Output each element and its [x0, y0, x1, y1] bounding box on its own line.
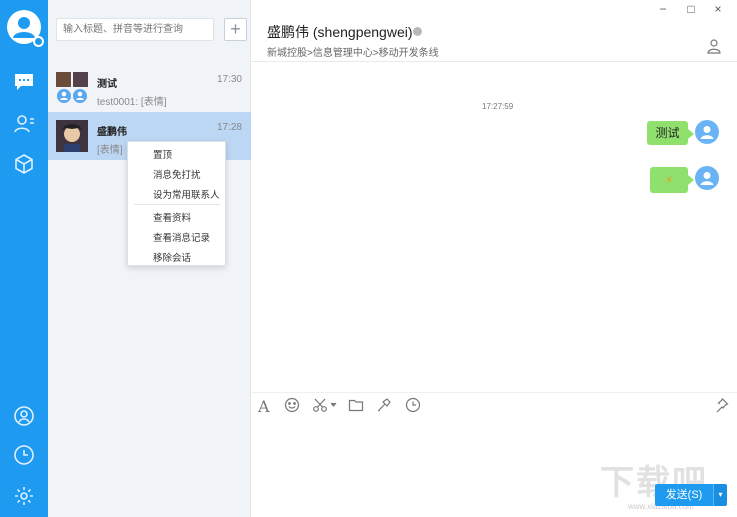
- message-text: 测试: [655, 126, 680, 140]
- menu-item-view-profile[interactable]: 查看资料: [153, 210, 191, 224]
- left-rail: [0, 0, 48, 517]
- menu-item-do-not-disturb[interactable]: 消息免打扰: [153, 167, 201, 181]
- svg-text:A: A: [257, 397, 270, 415]
- menu-item-pin-top[interactable]: 置顶: [153, 147, 172, 161]
- meeting-icon[interactable]: [12, 404, 36, 428]
- maximize-button[interactable]: □: [684, 2, 698, 16]
- send-options-dropdown[interactable]: ▾: [713, 484, 727, 506]
- shake-icon[interactable]: [376, 397, 392, 415]
- sender-avatar: [695, 120, 719, 144]
- contacts-icon[interactable]: [12, 112, 36, 136]
- message-bubble[interactable]: 测试: [647, 121, 694, 145]
- conversation-name: 测试: [97, 79, 117, 90]
- add-button[interactable]: +: [224, 18, 247, 41]
- group-avatar: [56, 72, 88, 104]
- history-clock-icon[interactable]: [12, 443, 36, 467]
- emoji-icon[interactable]: [284, 397, 300, 415]
- contact-avatar: [56, 120, 88, 152]
- context-menu: 置顶 消息免打扰 设为常用联系人 查看资料 查看消息记录 移除会话: [127, 141, 226, 266]
- chat-icon[interactable]: [12, 70, 36, 94]
- send-button[interactable]: 发送(S): [655, 484, 713, 506]
- profile-icon[interactable]: [706, 38, 722, 59]
- presence-indicator: [33, 36, 44, 47]
- chat-title: 盛鹏伟 (shengpengwei): [267, 24, 413, 40]
- minimize-button[interactable]: −: [656, 2, 670, 16]
- conversation-time: 17:30: [216, 74, 242, 85]
- header-divider: [251, 61, 737, 62]
- message-timestamp: 17:27:59: [482, 102, 514, 111]
- conversation-time: 17:28: [216, 122, 242, 133]
- conversation-preview: test0001: [表情]: [97, 97, 167, 108]
- menu-separator: [134, 204, 220, 205]
- contact-status-dot: [413, 27, 422, 36]
- conversation-preview: [表情]: [97, 145, 123, 156]
- font-icon[interactable]: A: [257, 397, 273, 416]
- search-input[interactable]: [56, 18, 214, 41]
- menu-item-view-history[interactable]: 查看消息记录: [153, 230, 210, 244]
- conversation-name: 盛鹏伟: [97, 127, 127, 138]
- folder-icon[interactable]: [348, 397, 364, 415]
- apps-cube-icon[interactable]: [12, 152, 36, 176]
- breadcrumb: 新城控股>信息管理中心>移动开发条线: [267, 48, 439, 59]
- conversation-item[interactable]: 测试 17:30 test0001: [表情]: [48, 64, 251, 112]
- pin-icon[interactable]: [713, 397, 729, 415]
- message-text: ⚡: [664, 173, 674, 187]
- composer-divider: [251, 392, 737, 393]
- close-button[interactable]: ×: [711, 2, 725, 16]
- sender-avatar: [695, 166, 719, 190]
- history-clock-icon[interactable]: [405, 397, 421, 415]
- menu-item-remove-conversation[interactable]: 移除会话: [153, 250, 191, 264]
- message-bubble-emoji[interactable]: ⚡: [650, 167, 694, 193]
- menu-item-set-favorite[interactable]: 设为常用联系人: [153, 187, 220, 201]
- settings-gear-icon[interactable]: [12, 484, 36, 508]
- screenshot-scissors-icon[interactable]: [312, 397, 338, 415]
